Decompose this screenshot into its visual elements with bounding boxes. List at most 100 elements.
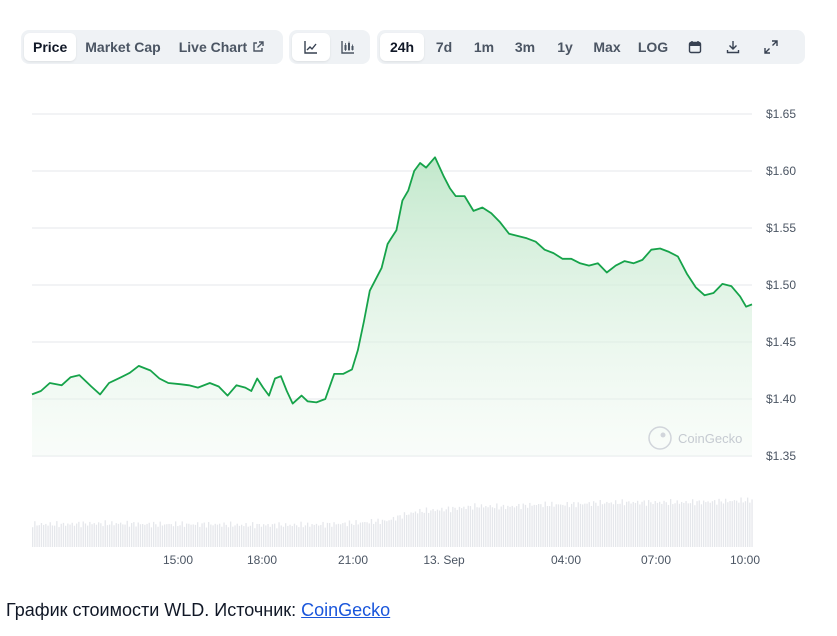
volume-bar (126, 520, 128, 547)
volume-bar (388, 520, 390, 547)
volume-bar (610, 502, 612, 547)
tab-market-cap[interactable]: Market Cap (76, 33, 169, 61)
volume-bar (340, 524, 342, 547)
volume-bar (403, 512, 406, 547)
volume-bar (318, 525, 320, 547)
volume-bar (276, 528, 278, 547)
volume-bar (168, 523, 170, 547)
y-tick-label: $1.35 (766, 449, 796, 463)
volume-bar (645, 505, 648, 547)
volume-bar (590, 505, 593, 547)
range-1y-button[interactable]: 1y (546, 33, 584, 61)
volume-bar (707, 501, 709, 547)
volume-bar (78, 521, 80, 547)
volume-bar (282, 526, 285, 547)
volume-bar (353, 525, 355, 547)
range-24h-button[interactable]: 24h (380, 33, 424, 61)
volume-bar (370, 518, 373, 547)
volume-bar (159, 521, 161, 547)
volume-bar (533, 504, 535, 547)
volume-bar (601, 504, 604, 547)
volume-bar (307, 522, 309, 547)
tab-live-chart[interactable]: Live Chart (170, 33, 273, 61)
log-scale-button[interactable]: LOG (630, 33, 676, 61)
volume-bar (335, 524, 337, 547)
volume-bar (467, 505, 469, 547)
volume-bar (716, 504, 718, 547)
volume-bar (714, 500, 716, 547)
caption-text: График стоимости WLD. Источник: (6, 600, 302, 620)
volume-bar (54, 525, 56, 547)
expand-button[interactable] (752, 33, 790, 61)
volume-bar (744, 501, 747, 547)
volume-bar (454, 507, 456, 547)
volume-bar (529, 502, 531, 547)
calendar-button[interactable] (676, 33, 714, 61)
volume-bar (324, 527, 326, 547)
volume-bar (544, 501, 546, 547)
volume-bar (491, 507, 494, 547)
y-tick-label: $1.45 (766, 335, 796, 349)
volume-bar (311, 524, 313, 547)
tab-price[interactable]: Price (24, 33, 77, 61)
volume-bar (705, 502, 707, 547)
volume-bar (725, 498, 727, 547)
volume-bar (566, 501, 568, 547)
volume-bar (227, 527, 230, 547)
volume-bar (122, 524, 124, 547)
volume-bar (293, 523, 296, 547)
volume-bar (344, 522, 346, 547)
caption-source-link[interactable]: CoinGecko (301, 600, 390, 620)
volume-bar (597, 505, 599, 547)
volume-bar (65, 525, 67, 547)
volume-bar (241, 524, 243, 547)
volume-bar (469, 506, 472, 547)
volume-bar (661, 503, 663, 547)
volume-bar (181, 521, 183, 547)
volume-bar (395, 520, 397, 547)
volume-bar (720, 501, 722, 547)
volume-bar (45, 523, 47, 547)
volume-bar (535, 505, 538, 547)
volume-bar (153, 521, 155, 547)
volume-bar (676, 500, 678, 547)
volume-bar (562, 504, 564, 547)
volume-bar (326, 522, 329, 547)
volume-bar (634, 502, 637, 547)
volume-bar (368, 523, 370, 547)
x-tick-label: 15:00 (163, 553, 193, 567)
volume-bar (256, 523, 258, 547)
tab-live-chart-label: Live Chart (178, 39, 248, 55)
volume-bar (564, 505, 566, 547)
volume-bar (452, 506, 454, 547)
volume-bar (210, 524, 212, 547)
volume-bar (150, 527, 153, 547)
range-max-button[interactable]: Max (584, 33, 630, 61)
volume-bar (313, 524, 315, 547)
volume-bar (709, 502, 711, 547)
download-button[interactable] (714, 33, 752, 61)
volume-bar (731, 501, 733, 547)
volume-bar (478, 507, 480, 547)
volume-bar (315, 523, 318, 547)
line-chart-button[interactable] (292, 33, 330, 61)
volume-bar (271, 524, 274, 547)
volume-bar (573, 502, 575, 547)
volume-bar (630, 503, 632, 547)
volume-bar (351, 523, 353, 547)
range-1m-button[interactable]: 1m (464, 33, 504, 61)
volume-bar (628, 501, 630, 547)
volume-bar (401, 518, 403, 547)
volume-bar (718, 498, 720, 547)
range-7d-button[interactable]: 7d (424, 33, 464, 61)
volume-bar (654, 501, 656, 547)
candlestick-chart-button[interactable] (330, 33, 368, 61)
volume-bar (278, 522, 280, 547)
volume-bar (177, 526, 179, 547)
volume-bar (439, 510, 441, 547)
volume-bar (67, 523, 69, 547)
volume-bar (399, 515, 401, 547)
volume-bar (192, 524, 194, 547)
price-area (32, 157, 752, 457)
range-3m-button[interactable]: 3m (504, 33, 546, 61)
